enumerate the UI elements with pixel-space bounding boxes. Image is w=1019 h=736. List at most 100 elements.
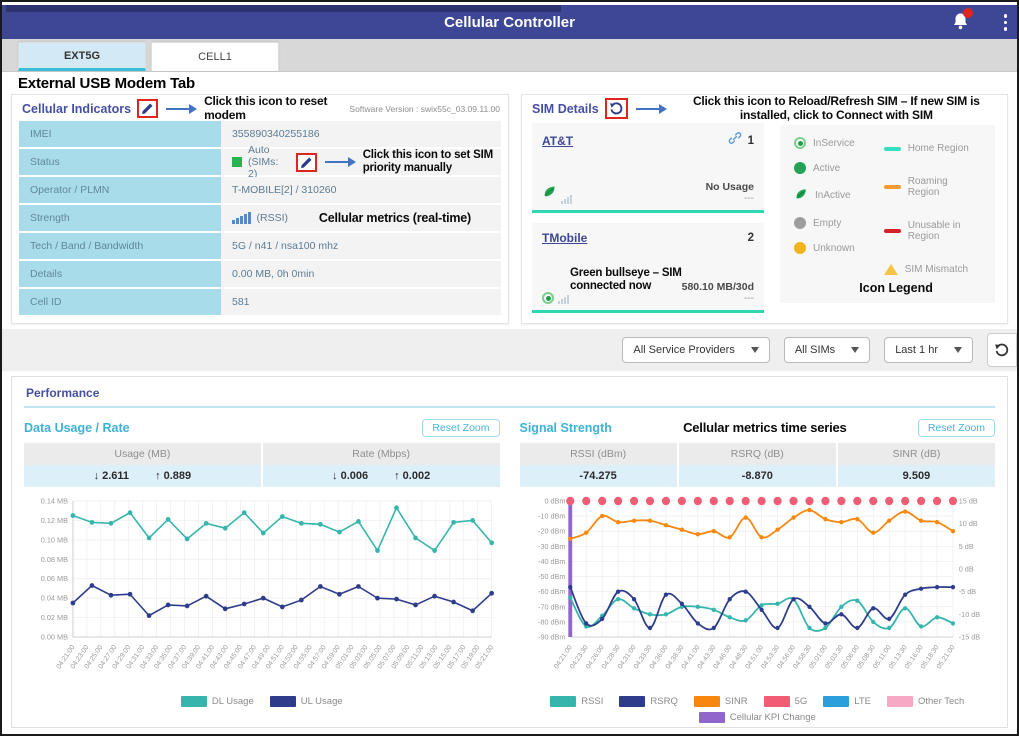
service-provider-value: All Service Providers [633,344,734,356]
stat-header: RSRQ (dB) [679,443,836,465]
svg-text:0.00 MB: 0.00 MB [41,632,68,641]
annotation-arrow [636,108,660,110]
legend-swatch [887,696,913,707]
chart-legend-item: SINR [694,696,748,707]
stat-header: RSSI (dBm) [520,443,677,465]
legend-label: InService [813,138,855,149]
svg-text:0 dBm: 0 dBm [544,496,565,505]
annotation-timeseries: Cellular metrics time series [612,421,918,436]
svg-text:5 dB: 5 dB [958,542,973,551]
legend-swatch [270,696,296,707]
annotation-tab-heading: External USB Modem Tab [2,72,1017,94]
empty-icon [794,217,806,229]
overflow-menu-icon[interactable] [1002,12,1010,33]
chevron-down-icon [851,347,859,353]
svg-text:-10 dBm: -10 dBm [538,511,565,520]
legend-swatch [181,696,207,707]
time-range-select[interactable]: Last 1 hr [884,337,973,363]
chart-legend-item: RSSI [550,696,603,707]
indicator-label: Details [19,261,221,287]
signal-stats: RSSI (dBm) -74.275 RSRQ (dB) -8.870 SINR… [520,443,996,487]
svg-text:-90 dBm: -90 dBm [538,632,565,641]
indicator-label: Tech / Band / Bandwidth [19,233,221,259]
sim-mismatch-icon [884,264,898,275]
legend-item: Home Region [884,143,974,154]
stat-header: Usage (MB) [24,443,261,465]
software-version-label: Software Version : [349,104,418,114]
reset-zoom-button[interactable]: Reset Zoom [422,419,499,437]
page-title: Cellular Controller [2,14,1017,31]
notification-bell-icon[interactable] [951,11,971,33]
tab-cell1[interactable]: CELL1 [151,42,279,71]
top-panels: Cellular Indicators Click this icon to r… [2,94,1017,324]
link-icon [728,131,742,150]
sims-value: All SIMs [795,344,835,356]
sim-card-list: AT&T 1 [532,123,764,313]
upload-value: ↑ 0.889 [155,470,191,482]
annotation-realtime-metrics: Cellular metrics (real-time) [319,211,471,225]
signal-bars-icon [232,212,251,224]
signal-strength-chart[interactable]: 04:21:0004:23:3004:26:0004:28:3004:31:00… [520,491,996,693]
indicator-row: Strength(RSSI)Cellular metrics (real-tim… [19,205,501,231]
sim-card-att: AT&T 1 [532,123,764,213]
annotation-reset-modem: Click this icon to reset modem [204,95,337,122]
legend-item: SIM Mismatch [884,264,974,275]
indicator-label: IMEI [19,121,221,147]
legend-swatch [694,696,720,707]
legend-label: 5G [795,696,808,707]
indicator-row: Details0.00 MB, 0h 0min [19,261,501,287]
reload-sim-button[interactable] [605,98,628,119]
sim-signal-icon [558,294,569,304]
svg-text:15 dB: 15 dB [958,496,977,505]
chart-legend-item: LTE [823,696,871,707]
service-provider-select[interactable]: All Service Providers [622,337,769,363]
stat-value: -8.870 [679,465,836,487]
svg-text:-15 dB: -15 dB [958,632,979,641]
download-value: ↓ 0.006 [332,470,368,482]
tab-ext5g[interactable]: EXT5G [18,42,146,71]
indicator-value-text: 581 [232,296,250,308]
chart-legend-item: UL Usage [270,696,343,707]
sim-priority-edit-icon[interactable] [296,153,317,172]
legend-label: InActive [815,190,851,201]
sim-name-link[interactable]: AT&T [542,134,573,148]
cellular-indicators-title: Cellular Indicators [22,102,131,116]
reset-modem-edit-icon[interactable] [137,99,158,118]
chevron-down-icon [751,347,759,353]
roaming-region-icon [884,185,901,189]
svg-text:0.06 MB: 0.06 MB [41,574,68,583]
status-square-icon [232,157,242,167]
indicator-label: Status [19,149,221,175]
reset-zoom-button[interactable]: Reset Zoom [918,419,995,437]
data-usage-chart[interactable]: 04:21:0004:23:0004:25:0004:27:0004:29:00… [24,491,500,693]
legend-item: Unusable in Region [884,220,974,242]
indicator-row: Operator / PLMNT-MOBILE[2] / 310260 [19,177,501,203]
annotation-green-bullseye: Green bullseye – SIM connected now [570,267,730,293]
legend-swatch [764,696,790,707]
refresh-charts-button[interactable] [987,333,1017,367]
svg-text:0.12 MB: 0.12 MB [41,516,68,525]
data-usage-title: Data Usage / Rate [24,421,130,435]
sim-name-link[interactable]: TMobile [542,231,587,245]
sim-slot-number: 1 [748,135,754,147]
svg-text:-80 dBm: -80 dBm [538,617,565,626]
svg-text:0 dB: 0 dB [958,564,973,573]
sim-usage: No Usage [706,181,754,193]
sims-select[interactable]: All SIMs [784,337,870,363]
svg-text:0.10 MB: 0.10 MB [41,535,68,544]
legend-label: RSSI [581,696,603,707]
legend-item: Empty [794,217,884,229]
legend-swatch [699,712,725,723]
legend-label: UL Usage [301,696,343,707]
indicator-row: StatusAuto (SIMs: 2)Click this icon to s… [19,149,501,175]
legend-item: InActive [794,187,884,204]
legend-label: SINR [725,696,748,707]
annotation-icon-legend: Icon Legend [859,281,933,295]
chart-legend-item: Other Tech [887,696,964,707]
legend-label: LTE [854,696,871,707]
cellular-indicators-panel: Cellular Indicators Click this icon to r… [11,94,509,324]
sim-slot-number: 2 [748,232,754,244]
legend-swatch [550,696,576,707]
inservice-icon [794,137,806,149]
cellular-indicators-table: IMEI355890340255186StatusAuto (SIMs: 2)C… [12,121,508,315]
